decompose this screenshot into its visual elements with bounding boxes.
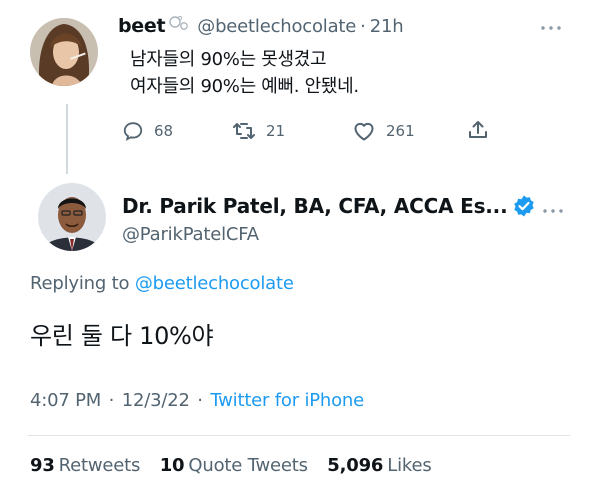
replying-to: Replying to @beetlechocolate <box>30 273 294 294</box>
tweet2-meta: 4:07 PM · 12/3/22 · Twitter for iPhone <box>30 390 364 411</box>
verified-badge-icon <box>512 194 536 222</box>
retweet-button[interactable]: 21 <box>232 120 285 142</box>
likes-stat[interactable]: 5,096 Likes <box>327 455 431 476</box>
tweet1-handle[interactable]: @beetlechocolate <box>197 16 356 37</box>
reply-button[interactable]: 68 <box>122 120 173 142</box>
tweet2-date[interactable]: 12/3/22 <box>122 390 190 411</box>
retweets-stat[interactable]: 93 Retweets <box>30 455 140 476</box>
meta-separator-1: · <box>108 390 115 411</box>
retweets-label: Retweets <box>58 455 141 476</box>
retweet-count: 21 <box>266 122 286 140</box>
quote-tweets-count: 10 <box>159 455 185 476</box>
retweet-icon <box>232 120 256 142</box>
tweet-stats: 93 Retweets 10 Quote Tweets 5,096 Likes <box>30 455 446 476</box>
more-horizontal-icon[interactable] <box>540 18 562 36</box>
tweet2-time[interactable]: 4:07 PM <box>30 390 101 411</box>
avatar-beet[interactable] <box>30 18 98 86</box>
share-icon <box>466 118 490 142</box>
replying-to-label: Replying to <box>30 273 130 294</box>
tweet2-more-horizontal-icon[interactable] <box>542 200 564 219</box>
tweet2-source-link[interactable]: Twitter for iPhone <box>210 390 364 411</box>
meta-separator-2: · <box>197 390 203 411</box>
reply-icon <box>122 120 144 142</box>
tweet1-text-line-1: 남자들의 90%는 못생겼고 <box>130 49 327 70</box>
retweets-count: 93 <box>30 455 55 476</box>
like-count: 261 <box>386 122 415 140</box>
tweet2-handle[interactable]: @ParikPatelCFA <box>122 224 259 245</box>
tweet1-text-line-2: 여자들의 90%는 예뻐. 안됐네. <box>130 76 359 97</box>
tweet2-display-name[interactable]: Dr. Parik Patel, BA, CFA, ACCA Es... <box>122 194 508 218</box>
avatar-parik-patel[interactable] <box>38 183 106 251</box>
reply-count: 68 <box>154 122 174 140</box>
like-button[interactable]: 261 <box>352 120 415 142</box>
tweet1-time-separator: · <box>360 15 366 37</box>
share-button[interactable] <box>466 118 490 142</box>
tweet1-display-name[interactable]: beet <box>118 15 166 37</box>
likes-label: Likes <box>387 455 432 476</box>
quote-tweets-label: Quote Tweets <box>188 455 308 476</box>
heart-icon <box>352 120 376 142</box>
tweet1-timestamp[interactable]: 21h <box>370 16 404 37</box>
replying-to-handle-link[interactable]: @beetlechocolate <box>135 273 294 294</box>
stats-divider-top <box>28 435 570 436</box>
tweet2-text: 우린 둘 다 10%야 <box>30 322 214 350</box>
bubbles-emoji-icon <box>169 14 191 38</box>
quote-tweets-stat[interactable]: 10 Quote Tweets <box>160 455 308 476</box>
likes-count: 5,096 <box>327 455 384 476</box>
thread-connector-line <box>66 104 68 174</box>
